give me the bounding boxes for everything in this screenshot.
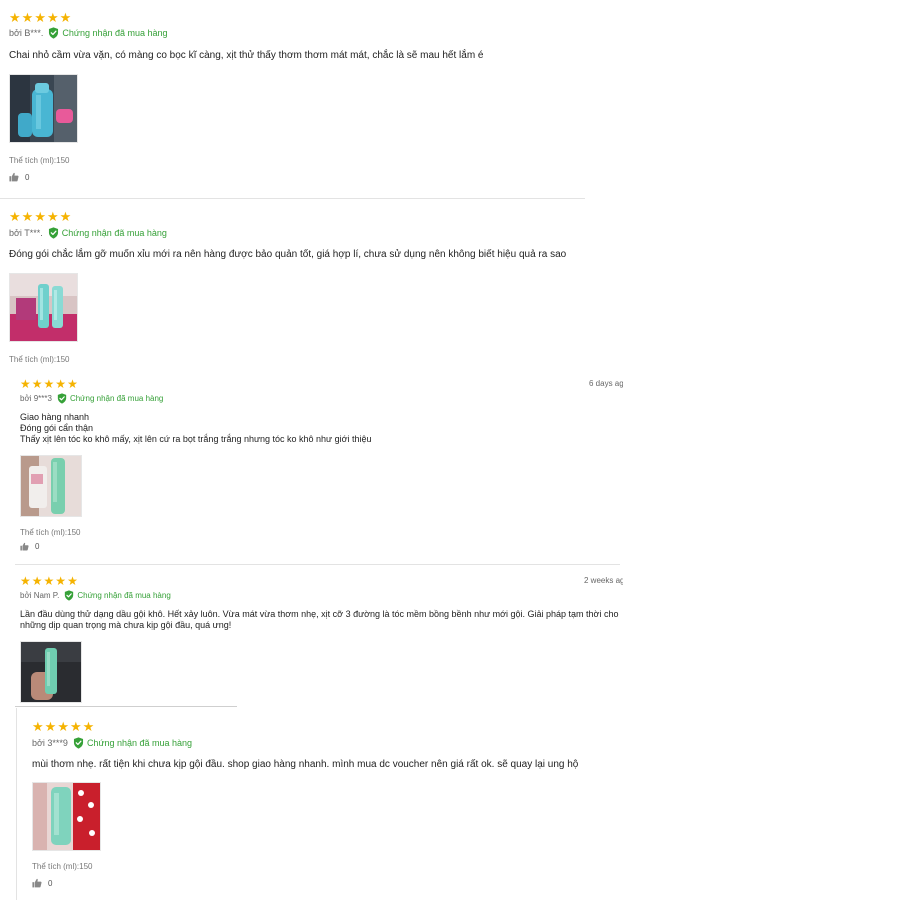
thumbs-up-icon [20, 542, 29, 551]
star-icon: ★ [59, 10, 72, 25]
review-item: ★ ★ ★ ★ ★ bởi T***. Chứng nhận đã mua hà… [0, 199, 585, 371]
star-icon: ★ [34, 209, 46, 224]
star-icon: ★ [9, 209, 21, 224]
star-icon: ★ [43, 574, 55, 588]
shield-check-icon [57, 393, 67, 404]
like-count: 0 [48, 878, 53, 888]
review-byline: bởi 9***3 Chứng nhận đã mua hàng [20, 393, 163, 404]
review-text: Đóng gói chắc lắm gỡ muốn xỉu mới ra nên… [9, 249, 567, 260]
review-divider [15, 564, 620, 565]
reviewer-name: bởi Nam P. [20, 591, 60, 600]
shield-check-icon [48, 227, 59, 239]
rating-stars: ★ ★ ★ ★ ★ [20, 575, 78, 587]
review-byline: bởi Nam P. Chứng nhận đã mua hàng [20, 590, 171, 601]
review-text: Giao hàng nhanh Đóng gói cẩn thận Thấy x… [20, 412, 372, 444]
star-icon: ★ [34, 10, 46, 25]
like-button[interactable]: 0 [20, 542, 39, 551]
star-icon: ★ [55, 377, 67, 391]
verified-label: Chứng nhận đã mua hàng [61, 228, 167, 238]
verified-label: Chứng nhận đã mua hàng [77, 591, 171, 600]
star-icon: ★ [67, 377, 78, 391]
rating-stars: ★ ★ ★ ★ ★ [20, 378, 78, 390]
star-icon: ★ [20, 574, 31, 588]
rating-stars: ★ ★ ★ ★ ★ [32, 720, 94, 733]
star-icon: ★ [32, 719, 44, 734]
review-item: ★ ★ ★ ★ ★ bởi 3***9 Chứng nhận đã mua hà… [16, 708, 617, 900]
reviewer-name: bởi 3***9 [32, 738, 68, 748]
star-icon: ★ [21, 10, 34, 25]
hand-holding-bottle-photo-icon [21, 642, 81, 702]
review-text: mùi thơm nhẹ. rất tiện khi chưa kịp gội … [32, 759, 579, 770]
bottle-on-polka-dots-photo-icon [33, 783, 100, 850]
star-icon: ★ [31, 377, 43, 391]
thumbs-up-icon [9, 172, 19, 182]
like-button[interactable]: 0 [32, 878, 52, 888]
star-icon: ★ [21, 209, 34, 224]
review-item: ★ ★ ★ ★ ★ 6 days ag bởi 9***3 Chứng nhận… [11, 371, 623, 564]
review-date: 6 days ag [589, 379, 623, 388]
review-item: ★ ★ ★ ★ ★ bởi B***. Chứng nhận đã mua hà… [0, 0, 585, 198]
star-icon: ★ [69, 719, 82, 734]
verified-label: Chứng nhận đã mua hàng [86, 738, 193, 748]
star-icon: ★ [31, 574, 43, 588]
star-icon: ★ [44, 719, 57, 734]
star-icon: ★ [59, 209, 72, 224]
star-icon: ★ [46, 10, 59, 25]
review-photo[interactable] [9, 273, 78, 342]
star-icon: ★ [67, 574, 78, 588]
star-icon: ★ [82, 719, 95, 734]
rating-stars: ★ ★ ★ ★ ★ [9, 210, 71, 223]
review-byline: bởi T***. Chứng nhận đã mua hàng [9, 227, 167, 239]
review-item: ★ ★ ★ ★ ★ 2 weeks ag bởi Nam P. Chứng nh… [11, 568, 623, 705]
shield-check-icon [48, 27, 59, 39]
product-variant: Thể tích (ml):150 [20, 528, 81, 537]
review-photo[interactable] [32, 782, 101, 851]
verified-purchase-badge: Chứng nhận đã mua hàng [57, 393, 163, 404]
like-button[interactable]: 0 [9, 172, 29, 182]
product-variant: Thể tích (ml):150 [9, 355, 70, 364]
star-icon: ★ [46, 209, 59, 224]
verified-purchase-badge: Chứng nhận đã mua hàng [64, 590, 171, 601]
star-icon: ★ [9, 10, 21, 25]
star-icon: ★ [20, 377, 31, 391]
review-photo[interactable] [20, 641, 82, 703]
verified-purchase-badge: Chứng nhận đã mua hàng [48, 27, 168, 39]
review-date: 2 weeks ag [584, 576, 623, 585]
star-icon: ★ [43, 377, 55, 391]
review-text: Lần đầu dùng thử dạng dầu gội khô. Hết x… [20, 609, 619, 630]
bottles-with-package-photo-icon [10, 274, 77, 341]
verified-label: Chứng nhận đã mua hàng [69, 394, 164, 403]
star-icon: ★ [55, 574, 67, 588]
product-variant: Thể tích (ml):150 [32, 862, 93, 871]
like-count: 0 [25, 172, 30, 182]
reviewer-name: bởi 9***3 [20, 394, 52, 403]
blue-spray-bottle-photo-icon [10, 75, 77, 142]
star-icon: ★ [57, 719, 69, 734]
review-text: Chai nhỏ cầm vừa vặn, có màng co bọc kĩ … [9, 50, 484, 61]
review-byline: bởi B***. Chứng nhận đã mua hàng [9, 27, 168, 39]
rating-stars: ★ ★ ★ ★ ★ [9, 11, 71, 24]
review-photo[interactable] [9, 74, 78, 143]
teal-spray-bottle-photo-icon [21, 456, 81, 516]
product-variant: Thể tích (ml):150 [9, 156, 70, 165]
shield-check-icon [64, 590, 74, 601]
verified-purchase-badge: Chứng nhận đã mua hàng [73, 737, 192, 749]
verified-label: Chứng nhận đã mua hàng [62, 28, 168, 38]
verified-purchase-badge: Chứng nhận đã mua hàng [48, 227, 167, 239]
reviewer-name: bởi B***. [9, 28, 44, 38]
thumbs-up-icon [32, 878, 42, 888]
review-byline: bởi 3***9 Chứng nhận đã mua hàng [32, 737, 192, 749]
reviewer-name: bởi T***. [9, 228, 43, 238]
review-divider [15, 706, 237, 707]
like-count: 0 [35, 542, 40, 551]
shield-check-icon [73, 737, 84, 749]
review-photo[interactable] [20, 455, 82, 517]
